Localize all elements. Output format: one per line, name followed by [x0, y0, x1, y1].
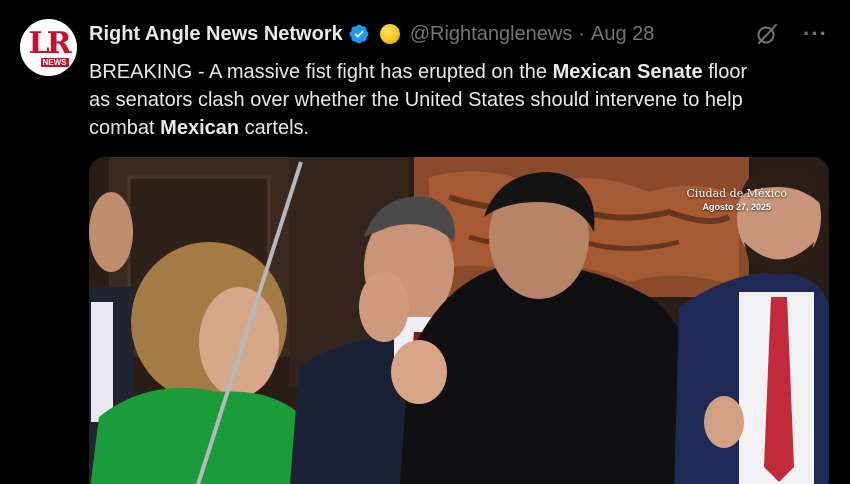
- caption-place: Ciudad de México: [686, 187, 787, 200]
- caption-date: Agosto 27, 2025: [702, 202, 772, 212]
- bold-mexican-senate: Mexican Senate: [552, 61, 703, 83]
- more-options-icon[interactable]: ···: [803, 23, 828, 45]
- display-name[interactable]: Right Angle News Network: [89, 23, 343, 46]
- news-logo: LR NEWS: [27, 25, 72, 70]
- header-actions: ···: [755, 22, 828, 46]
- gold-affiliate-icon[interactable]: [379, 24, 400, 44]
- separator-dot: ·: [578, 22, 586, 45]
- handle[interactable]: @Rightanglenews: [410, 23, 573, 46]
- tweet-media[interactable]: Ciudad de México Agosto 27, 2025: [89, 157, 829, 484]
- tweet-text: BREAKING - A massive fist fight has erup…: [89, 58, 829, 142]
- tweet-line-3: combat Mexican cartels.: [89, 117, 310, 139]
- post-date[interactable]: Aug 28: [591, 23, 654, 46]
- avatar-news-badge: NEWS: [40, 57, 69, 67]
- tweet-line-2: as senators clash over whether the Unite…: [89, 89, 743, 111]
- grok-icon[interactable]: [755, 22, 779, 46]
- tweet[interactable]: LR NEWS Right Angle News Network @Righta…: [0, 0, 850, 484]
- tweet-header: Right Angle News Network @Rightanglenews…: [89, 20, 654, 48]
- bold-mexican: Mexican: [160, 117, 240, 139]
- avatar-letters: LR: [28, 25, 72, 61]
- avatar[interactable]: LR NEWS: [20, 19, 77, 76]
- tweet-line-1: BREAKING - A massive fist fight has erup…: [89, 61, 748, 83]
- video-caption: Ciudad de México Agosto 27, 2025: [687, 187, 787, 212]
- verified-badge-icon[interactable]: [348, 23, 370, 45]
